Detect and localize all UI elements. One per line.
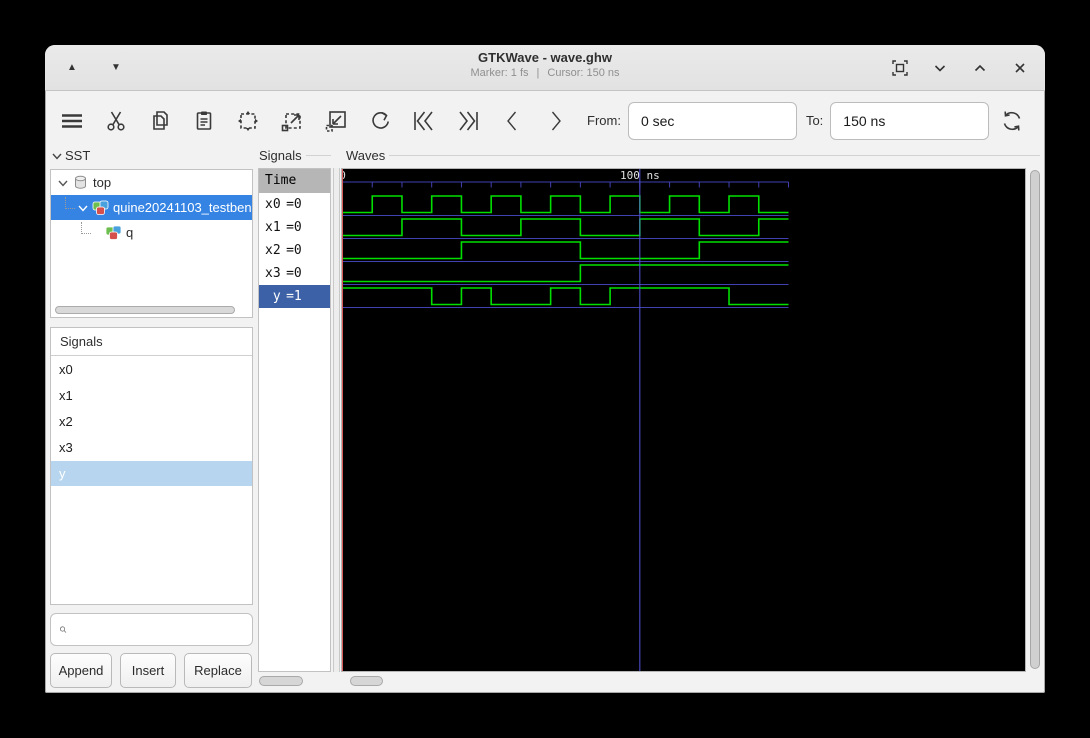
module-cubes-icon [105,225,122,240]
cylinder-icon [75,175,86,189]
chevron-down-icon[interactable] [51,150,63,162]
signal-row-x1[interactable]: x1 =0 [259,216,330,239]
signal-row-x0[interactable]: x0 =0 [259,193,330,216]
reload-icon [1004,111,1021,130]
forward-edge-button[interactable] [541,104,571,138]
zoom-undo-button[interactable] [365,104,395,138]
zoom-fit-button[interactable] [233,104,263,138]
marker-status: Marker: 1 fs [470,67,529,79]
skip-to-start-icon [414,111,433,130]
to-label: To: [805,113,824,128]
tree-item-q[interactable]: q [51,220,252,245]
waves-frame-label: Waves [346,148,1040,163]
signal-search-list: Signals x0 x1 x2 x3 y [50,327,253,605]
chevron-right-icon [551,111,561,130]
from-input[interactable] [627,101,797,140]
sst-tree: top quine20241103_testben q [50,169,253,318]
waveform-display[interactable]: 0 100 ns [341,168,1026,672]
list-item-x2[interactable]: x2 [51,409,252,434]
sst-horizontal-scrollbar[interactable] [55,306,235,314]
tree-item-label: top [93,175,112,190]
replace-button[interactable]: Replace [184,653,252,688]
to-end-button[interactable] [453,104,483,138]
panel-splitter[interactable] [333,168,340,672]
tree-connector [65,196,75,209]
chevron-left-icon [507,111,517,130]
expander-chevron-icon[interactable] [77,202,89,214]
from-label: From: [587,113,621,128]
tree-item-top[interactable]: top [51,170,252,195]
chevron-up-icon [974,64,986,71]
zoom-out-icon [325,110,346,132]
cursor-status: Cursor: 150 ns [547,67,620,79]
zoom-in-icon [281,112,301,131]
waves-vertical-scrollbar[interactable] [1028,168,1042,672]
zoom-fit-icon [238,110,258,131]
list-item-x1[interactable]: x1 [51,383,252,408]
clipboard-paste-icon [196,111,212,130]
vertical-scrollbar-thumb[interactable] [1030,170,1040,669]
cut-traces-button[interactable] [101,104,131,138]
signal-list-header: Signals [51,328,252,356]
skip-to-end-icon [459,111,478,130]
expander-chevron-icon[interactable] [57,177,69,189]
titlebar: ▲ ▼ GTKWave - wave.ghw Marker: 1 fs | Curs… [45,45,1045,91]
close-icon [1015,62,1025,73]
tree-connector [81,221,91,234]
signal-name-panel: Time x0 =0 x1 =0 x2 =0 x3 =0 y =1 [258,168,331,672]
maximize-button[interactable] [969,57,991,79]
time-header[interactable]: Time [259,169,330,193]
signals-frame-label: Signals [259,148,331,163]
module-cubes-icon [92,200,109,215]
toolbar: From: To: [45,92,1045,149]
tree-item-label: q [126,225,134,240]
undo-arrow-icon [372,111,389,129]
sst-frame-label: SST [51,148,251,163]
gtkwave-window: ▲ ▼ GTKWave - wave.ghw Marker: 1 fs | Curs… [45,45,1045,693]
minimize-button[interactable] [929,57,951,79]
paste-traces-button[interactable] [189,104,219,138]
copy-icon [153,110,168,130]
tree-item-testbench[interactable]: quine20241103_testben [51,195,252,220]
fullscreen-icon [892,59,908,76]
reload-button[interactable] [997,104,1027,138]
search-icon [60,626,67,633]
signals-horizontal-scrollbar[interactable] [258,675,331,687]
horizontal-scrollbar-thumb[interactable] [350,676,383,686]
close-button[interactable] [1009,57,1031,79]
back-edge-button[interactable] [497,104,527,138]
chevron-down-icon [934,64,946,72]
list-item-y[interactable]: y [51,461,252,486]
tree-item-label: quine20241103_testben [113,200,252,215]
scissors-icon [107,111,125,131]
signal-search-box [50,613,253,646]
menu-button[interactable] [57,104,87,138]
list-item-x3[interactable]: x3 [51,435,252,460]
insert-button[interactable]: Insert [120,653,176,688]
hamburger-menu-icon [62,113,82,128]
to-input[interactable] [830,101,990,140]
horizontal-scrollbar-thumb[interactable] [259,676,303,686]
to-start-button[interactable] [409,104,439,138]
zoom-out-button[interactable] [321,104,351,138]
waveform-canvas: 0 100 ns [342,169,789,671]
fullscreen-button[interactable] [889,57,911,79]
copy-traces-button[interactable] [145,104,175,138]
append-button[interactable]: Append [50,653,112,688]
status-separator: | [536,67,540,79]
zoom-in-button[interactable] [277,104,307,138]
search-input[interactable] [72,621,252,638]
list-item-x0[interactable]: x0 [51,357,252,382]
signal-row-x3[interactable]: x3 =0 [259,262,330,285]
signal-row-x2[interactable]: x2 =0 [259,239,330,262]
signal-row-y[interactable]: y =1 [259,285,330,308]
waves-horizontal-scrollbar[interactable] [341,675,1041,687]
